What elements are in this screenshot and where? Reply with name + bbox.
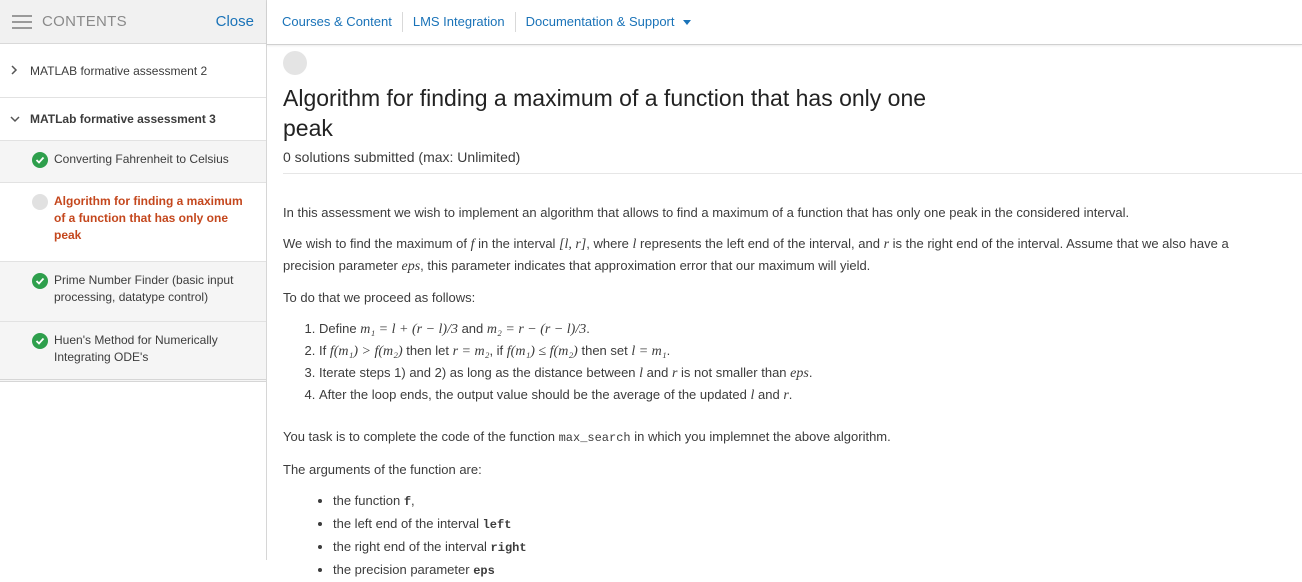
sidebar-item-assessment-2[interactable]: MATLAB formative assessment 2 xyxy=(0,44,266,98)
step-3: Iterate steps 1) and 2) as long as the d… xyxy=(319,362,1283,384)
chevron-right-icon xyxy=(10,64,26,78)
problem-description: In this assessment we wish to implement … xyxy=(283,202,1283,582)
sidebar-subitem-label: Prime Number Finder (basic input process… xyxy=(54,273,234,304)
interval-paragraph: We wish to find the maximum of f in the … xyxy=(283,236,1229,274)
arguments-intro: The arguments of the function are: xyxy=(283,462,482,477)
argument-item: the right end of the interval right xyxy=(333,536,1283,559)
sidebar-subitem-fahrenheit[interactable]: Converting Fahrenheit to Celsius xyxy=(0,141,266,183)
check-circle-icon xyxy=(32,273,48,289)
close-button[interactable]: Close xyxy=(216,13,254,30)
sidebar-item-label: MATLab formative assessment 3 xyxy=(30,112,216,126)
sidebar-item-assessment-3[interactable]: MATLab formative assessment 3 xyxy=(0,98,266,141)
hamburger-menu-icon[interactable] xyxy=(12,14,32,29)
argument-item: the left end of the interval left xyxy=(333,513,1283,536)
function-name-code: max_search xyxy=(558,431,631,445)
task-paragraph: You task is to complete the code of the … xyxy=(283,429,891,445)
algorithm-steps: Define m₁ = l + (r − l)/3 and m₂ = r − (… xyxy=(283,318,1283,406)
sidebar: CONTENTS Close MATLAB formative assessme… xyxy=(0,0,267,560)
sidebar-subitem-label: Huen's Method for Numerically Integratin… xyxy=(54,333,218,364)
argument-item: the precision parameter eps xyxy=(333,559,1283,582)
procedure-intro: To do that we proceed as follows: xyxy=(283,290,476,305)
incomplete-circle-icon xyxy=(32,194,48,210)
caret-down-icon xyxy=(682,20,691,26)
top-navigation: Courses & Content LMS Integration Docume… xyxy=(267,0,1302,45)
avatar xyxy=(283,51,307,75)
check-circle-icon xyxy=(32,152,48,168)
contents-label: CONTENTS xyxy=(42,13,127,30)
step-1: Define m₁ = l + (r − l)/3 and m₂ = r − (… xyxy=(319,318,1283,340)
nav-documentation-support[interactable]: Documentation & Support xyxy=(516,12,701,32)
step-2: If f(m₁) > f(m₂) then let r = m₂, if f(m… xyxy=(319,340,1283,362)
sidebar-item-label: MATLAB formative assessment 2 xyxy=(30,63,208,78)
sidebar-subitem-max-algorithm[interactable]: Algorithm for finding a maximum of a fun… xyxy=(0,183,266,262)
arguments-list: the function f, the left end of the inte… xyxy=(283,490,1283,582)
chevron-down-icon xyxy=(10,112,26,126)
sidebar-header: CONTENTS Close xyxy=(0,0,266,44)
nav-courses-content[interactable]: Courses & Content xyxy=(267,12,403,32)
nav-link-label: Documentation & Support xyxy=(525,14,675,29)
sidebar-subitem-label: Algorithm for finding a maximum of a fun… xyxy=(54,194,243,242)
sidebar-subitem-label: Converting Fahrenheit to Celsius xyxy=(54,152,229,166)
main-content: Algorithm for finding a maximum of a fun… xyxy=(283,46,1302,582)
page-title: Algorithm for finding a maximum of a fun… xyxy=(283,85,927,141)
submission-count: 0 solutions submitted (max: Unlimited) xyxy=(283,149,1302,174)
intro-paragraph: In this assessment we wish to implement … xyxy=(283,205,1130,220)
sidebar-subitem-prime-finder[interactable]: Prime Number Finder (basic input process… xyxy=(0,262,266,322)
step-4: After the loop ends, the output value sh… xyxy=(319,384,1283,406)
argument-item: the function f, xyxy=(333,490,1283,513)
nav-lms-integration[interactable]: LMS Integration xyxy=(403,12,516,32)
sidebar-subitem-huen-method[interactable]: Huen's Method for Numerically Integratin… xyxy=(0,322,266,382)
check-circle-icon xyxy=(32,333,48,349)
